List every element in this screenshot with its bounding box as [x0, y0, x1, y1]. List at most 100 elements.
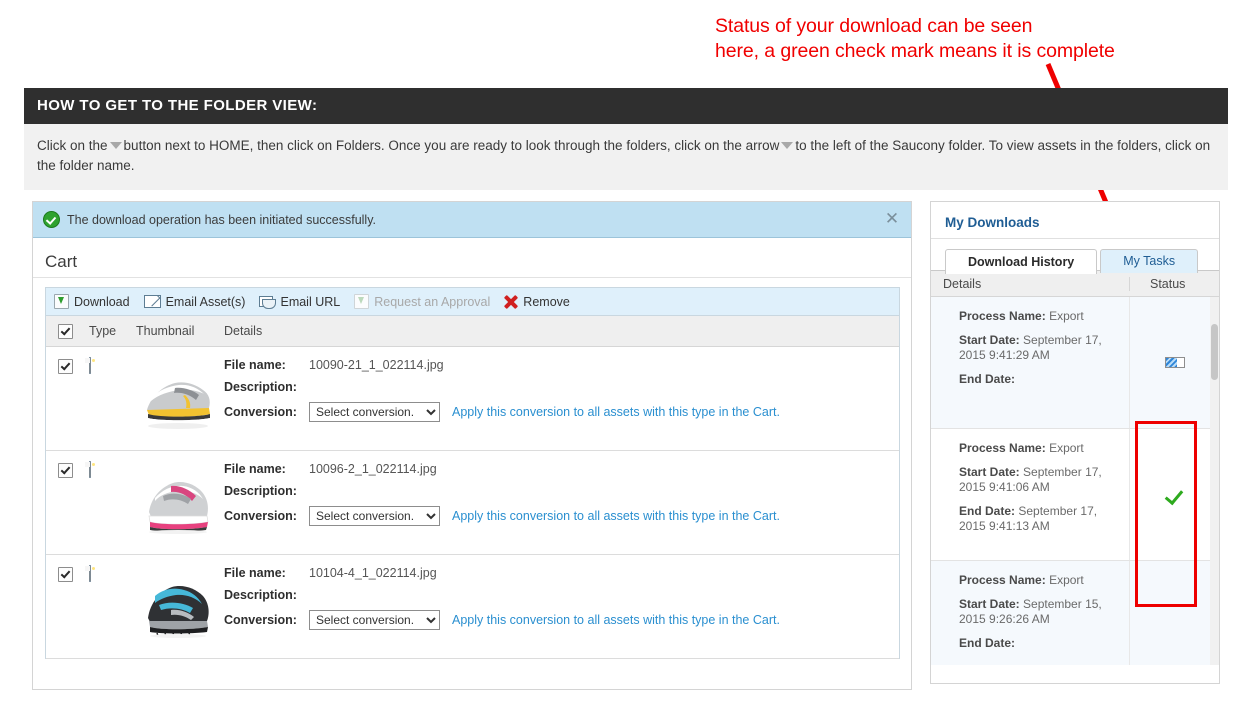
history-details: Process Name: Export Start Date: Septemb…: [931, 429, 1129, 560]
status-cell: [1129, 429, 1219, 560]
process-name-line: Process Name: Export: [959, 573, 1121, 588]
row-thumbnail-cell[interactable]: [136, 347, 220, 450]
start-date-label: Start Date:: [959, 465, 1020, 479]
row-details-cell: File name: 10090-21_1_022114.jpg Descrip…: [220, 347, 899, 450]
conversion-line: Conversion: Select conversion. Apply thi…: [224, 610, 899, 630]
description-label: Description:: [224, 380, 297, 394]
column-header-thumbnail: Thumbnail: [136, 324, 195, 338]
row-checkbox[interactable]: [57, 463, 73, 478]
row-checkbox[interactable]: [57, 359, 73, 374]
conversion-line: Conversion: Select conversion. Apply thi…: [224, 506, 899, 526]
description-line: Description:: [224, 380, 899, 394]
column-header-details: Details: [943, 276, 982, 291]
email-url-button[interactable]: Email URL: [259, 295, 340, 309]
end-date-line: End Date:: [959, 372, 1121, 387]
file-name-label: File name:: [224, 358, 286, 372]
column-header-status: Status: [1129, 276, 1219, 291]
conversion-label: Conversion:: [224, 613, 297, 627]
request-approval-button: Request an Approval: [354, 294, 490, 309]
end-date-line: End Date: September 17, 2015 9:41:13 AM: [959, 504, 1121, 534]
end-date-line: End Date:: [959, 636, 1121, 651]
alert-message: The download operation has been initiate…: [67, 212, 376, 227]
status-cell: [1129, 297, 1219, 428]
banner-heading: HOW TO GET TO THE FOLDER VIEW:: [24, 88, 1228, 124]
column-header-details: Details: [224, 324, 263, 338]
banner-text-1: Click on the: [37, 138, 108, 153]
tab-my-tasks[interactable]: My Tasks: [1100, 249, 1199, 273]
scrollbar-thumb[interactable]: [1211, 324, 1218, 380]
conversion-select[interactable]: Select conversion.: [309, 506, 440, 526]
close-icon[interactable]: ✕: [882, 209, 902, 229]
download-icon-disabled: [354, 294, 370, 309]
sidebar-title: My Downloads: [931, 202, 1219, 239]
row-details-cell: File name: 10096-2_1_022114.jpg Descript…: [220, 451, 899, 554]
thumbnail-image: [141, 367, 215, 430]
process-name-label: Process Name:: [959, 309, 1046, 323]
process-name-value: Export: [1049, 309, 1084, 323]
history-details: Process Name: Export Start Date: Septemb…: [931, 297, 1129, 428]
row-type-cell: [84, 347, 136, 450]
download-button[interactable]: Download: [54, 294, 130, 309]
apply-conversion-link[interactable]: Apply this conversion to all assets with…: [452, 613, 780, 627]
process-name-line: Process Name: Export: [959, 309, 1121, 324]
row-checkbox-cell: [46, 347, 84, 450]
description-line: Description:: [224, 484, 899, 498]
email-assets-button-label: Email Asset(s): [165, 294, 246, 309]
list-item: Process Name: Export Start Date: Septemb…: [931, 297, 1219, 429]
cart-header-row: Type Thumbnail Details: [46, 316, 899, 347]
thumbnail-image: [141, 471, 215, 534]
my-downloads-panel: My Downloads Download History My Tasks D…: [930, 201, 1220, 684]
in-progress-icon: [1164, 357, 1185, 368]
table-row: File name: 10096-2_1_022114.jpg Descript…: [46, 451, 899, 555]
caret-down-icon: [109, 141, 122, 149]
end-date-label: End Date:: [959, 504, 1016, 518]
scrollbar-track[interactable]: [1210, 297, 1219, 665]
select-all-checkbox-cell: [46, 323, 84, 339]
list-item: Process Name: Export Start Date: Septemb…: [931, 429, 1219, 561]
description-line: Description:: [224, 588, 899, 602]
green-check-icon: [1165, 487, 1185, 503]
history-details: Process Name: Export Start Date: Septemb…: [931, 561, 1129, 665]
apply-conversion-link[interactable]: Apply this conversion to all assets with…: [452, 405, 780, 419]
file-name-line: File name: 10090-21_1_022114.jpg: [224, 358, 899, 372]
success-check-icon: [43, 211, 60, 228]
start-date-line: Start Date: September 17, 2015 9:41:29 A…: [959, 333, 1121, 363]
success-alert: The download operation has been initiate…: [33, 202, 911, 238]
conversion-select[interactable]: Select conversion.: [309, 402, 440, 422]
conversion-label: Conversion:: [224, 405, 297, 419]
process-name-label: Process Name:: [959, 573, 1046, 587]
start-date-label: Start Date:: [959, 597, 1020, 611]
status-cell: [1129, 561, 1219, 665]
process-name-value: Export: [1049, 573, 1084, 587]
tab-download-history[interactable]: Download History: [945, 249, 1098, 274]
row-thumbnail-cell[interactable]: [136, 555, 220, 658]
column-header-type: Type: [89, 324, 117, 338]
conversion-select[interactable]: Select conversion.: [309, 610, 440, 630]
row-checkbox-cell: [46, 451, 84, 554]
row-type-cell: [84, 451, 136, 554]
file-name-label: File name:: [224, 566, 286, 580]
image-file-icon: [85, 565, 95, 582]
file-name-value: 10090-21_1_022114.jpg: [309, 358, 444, 372]
image-file-icon: [85, 461, 95, 478]
download-icon: [54, 294, 69, 309]
file-name-value: 10096-2_1_022114.jpg: [309, 462, 437, 476]
row-details-cell: File name: 10104-4_1_022114.jpg Descript…: [220, 555, 899, 658]
end-date-label: End Date:: [959, 372, 1016, 386]
conversion-label: Conversion:: [224, 509, 297, 523]
row-thumbnail-cell[interactable]: [136, 451, 220, 554]
banner-body: Click on the button next to HOME, then cl…: [24, 124, 1228, 190]
start-date-line: Start Date: September 17, 2015 9:41:06 A…: [959, 465, 1121, 495]
row-type-cell: [84, 555, 136, 658]
remove-button-label: Remove: [523, 294, 570, 309]
remove-button[interactable]: Remove: [504, 294, 570, 309]
select-all-checkbox[interactable]: [57, 323, 73, 339]
email-url-button-label: Email URL: [280, 294, 341, 309]
apply-conversion-link[interactable]: Apply this conversion to all assets with…: [452, 509, 780, 523]
table-row: File name: 10104-4_1_022114.jpg Descript…: [46, 555, 899, 659]
image-file-icon: [85, 357, 95, 374]
annotation-text: Status of your download can be seen here…: [715, 15, 1115, 62]
row-checkbox[interactable]: [57, 567, 73, 582]
thumbnail-image: [141, 575, 215, 638]
email-assets-button[interactable]: Email Asset(s): [143, 294, 246, 309]
